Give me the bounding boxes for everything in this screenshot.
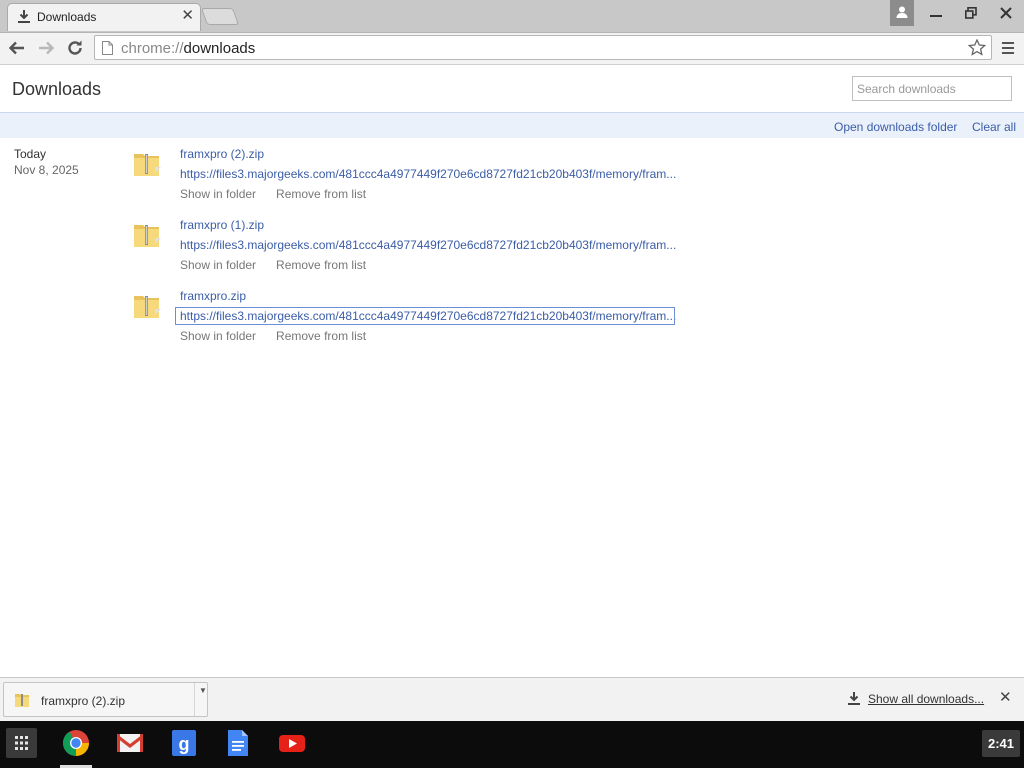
back-arrow-icon	[8, 41, 24, 55]
minimize-button[interactable]	[919, 0, 953, 28]
bookmark-star-icon[interactable]	[968, 39, 986, 56]
show-in-folder-link[interactable]: Show in folder	[180, 258, 256, 272]
date-full: Nov 8, 2025	[14, 163, 79, 177]
close-window-button[interactable]	[989, 0, 1023, 28]
download-item: framxpro (1).zip https://files3.majorgee…	[130, 218, 690, 278]
clear-all-link[interactable]: Clear all	[972, 120, 1016, 134]
profile-button[interactable]	[890, 0, 914, 26]
close-shelf-icon[interactable]: ✕	[999, 690, 1012, 705]
remove-from-list-link[interactable]: Remove from list	[276, 258, 366, 272]
app-launcher-button[interactable]	[6, 728, 37, 758]
zip-folder-icon	[134, 296, 161, 318]
open-downloads-folder-link[interactable]: Open downloads folder	[834, 120, 957, 134]
address-bar[interactable]: chrome://downloads	[94, 35, 992, 60]
reload-button[interactable]	[65, 38, 85, 58]
hamburger-menu-icon	[1002, 42, 1014, 54]
download-url[interactable]: https://files3.majorgeeks.com/481ccc4a49…	[175, 307, 676, 325]
search-downloads-input[interactable]	[852, 76, 1012, 101]
tab-downloads[interactable]: Downloads ✕	[7, 3, 201, 31]
download-file-name[interactable]: framxpro (2).zip	[180, 147, 264, 161]
download-actions: Show in folder Remove from list	[180, 258, 366, 272]
download-item: framxpro (2).zip https://files3.majorgee…	[130, 147, 690, 207]
shelf-item-menu-button[interactable]: ▼	[194, 683, 209, 716]
page-icon	[102, 41, 113, 55]
date-group: Today Nov 8, 2025	[14, 147, 79, 177]
download-url[interactable]: https://files3.majorgeeks.com/481ccc4a49…	[180, 238, 676, 252]
download-file-name[interactable]: framxpro.zip	[180, 289, 246, 303]
gmail-icon[interactable]	[116, 729, 144, 757]
os-shelf: g 2:41	[0, 721, 1024, 768]
shelf-file-name: framxpro (2).zip	[41, 694, 126, 708]
url-scheme: chrome://	[121, 40, 184, 57]
action-bar: Open downloads folder Clear all	[0, 112, 1024, 138]
show-in-folder-link[interactable]: Show in folder	[180, 329, 256, 343]
page-title: Downloads	[12, 79, 102, 99]
browser-toolbar: chrome://downloads	[0, 33, 1024, 65]
close-tab-icon[interactable]: ✕	[181, 7, 194, 25]
google-search-icon[interactable]: g	[170, 729, 198, 757]
show-in-folder-link[interactable]: Show in folder	[180, 187, 256, 201]
download-file-name[interactable]: framxpro (1).zip	[180, 218, 264, 232]
chrome-menu-button[interactable]	[1002, 41, 1016, 60]
person-icon	[896, 6, 908, 18]
minimize-icon	[930, 15, 942, 17]
forward-arrow-icon	[39, 41, 55, 55]
download-item: framxpro.zip https://files3.majorgeeks.c…	[130, 289, 690, 349]
zip-folder-icon	[134, 154, 161, 176]
restore-icon	[965, 7, 977, 19]
download-actions: Show in folder Remove from list	[180, 329, 366, 343]
zip-folder-icon	[15, 694, 29, 707]
dropdown-arrow-icon: ▼	[199, 686, 207, 695]
download-icon	[18, 10, 30, 24]
zip-folder-icon	[134, 225, 161, 247]
close-icon	[1000, 7, 1012, 19]
download-actions: Show in folder Remove from list	[180, 187, 366, 201]
date-day: Today	[14, 147, 47, 161]
download-shelf: framxpro (2).zip ▼ Show all downloads...…	[0, 677, 1024, 721]
url-host: downloads	[183, 40, 256, 57]
download-url[interactable]: https://files3.majorgeeks.com/481ccc4a49…	[180, 167, 676, 181]
back-button[interactable]	[7, 38, 27, 58]
new-tab-button[interactable]	[200, 8, 240, 25]
download-icon	[848, 692, 860, 705]
show-all-downloads-link[interactable]: Show all downloads...	[868, 692, 984, 706]
svg-text:g: g	[179, 734, 190, 754]
docs-icon[interactable]	[224, 729, 252, 757]
tab-title: Downloads	[37, 10, 97, 24]
forward-button[interactable]	[36, 38, 56, 58]
youtube-icon[interactable]	[278, 729, 306, 757]
app-grid-icon	[15, 736, 28, 750]
shelf-download-item[interactable]: framxpro (2).zip ▼	[3, 682, 208, 717]
url-text: chrome://downloads	[121, 40, 255, 57]
remove-from-list-link[interactable]: Remove from list	[276, 329, 366, 343]
system-clock[interactable]: 2:41	[982, 730, 1020, 757]
reload-icon	[68, 40, 82, 55]
title-bar: Downloads ✕	[0, 0, 1024, 33]
restore-button[interactable]	[954, 0, 988, 28]
chrome-icon[interactable]	[62, 729, 90, 757]
remove-from-list-link[interactable]: Remove from list	[276, 187, 366, 201]
